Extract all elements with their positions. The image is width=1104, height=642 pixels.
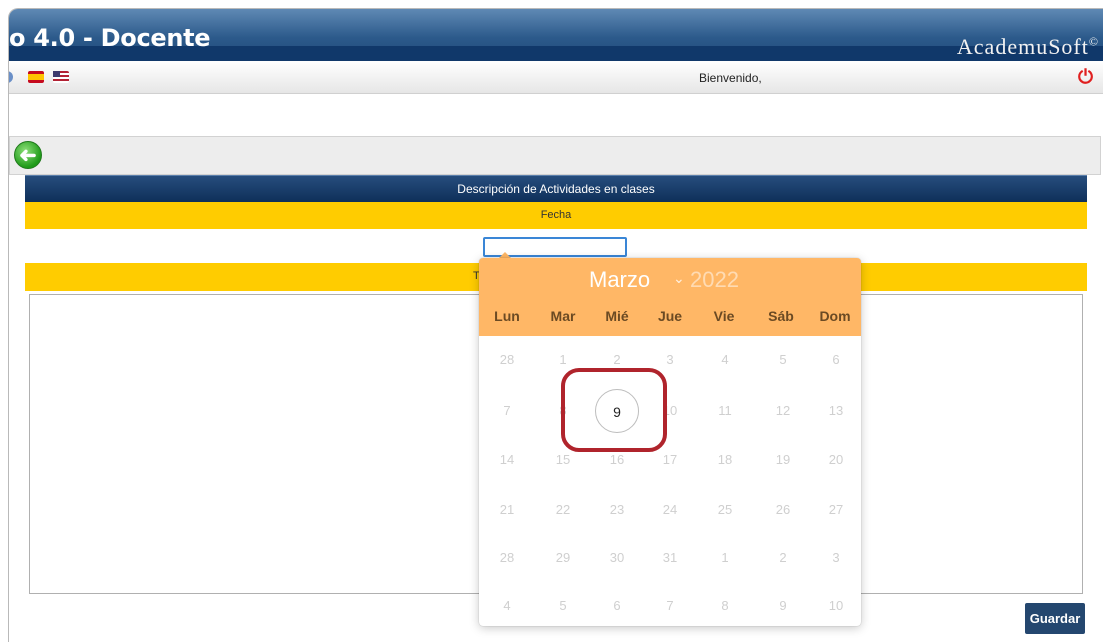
calendar-day[interactable]: 8 bbox=[705, 598, 745, 613]
calendar-day[interactable]: 20 bbox=[816, 452, 856, 467]
calendar-day[interactable]: 16 bbox=[597, 452, 637, 467]
calendar-day[interactable]: 21 bbox=[487, 502, 527, 517]
calendar-day[interactable]: 9 bbox=[763, 598, 803, 613]
calendar-day[interactable]: 19 bbox=[763, 452, 803, 467]
header-banner: o 4.0 - Docente AcademuSoft© bbox=[9, 9, 1103, 61]
year-select[interactable]: 2022 bbox=[690, 267, 739, 293]
spanish-flag-icon[interactable] bbox=[28, 71, 44, 83]
english-flag-icon[interactable] bbox=[53, 71, 69, 83]
back-button[interactable]: ➜ bbox=[14, 141, 42, 169]
calendar-day[interactable]: 2 bbox=[763, 550, 803, 565]
help-icon[interactable] bbox=[9, 71, 13, 83]
calendar-day[interactable]: 4 bbox=[705, 352, 745, 367]
weekday-label: Sáb bbox=[768, 308, 794, 324]
chevron-down-icon[interactable]: ⌄ bbox=[673, 270, 685, 287]
calendar-day[interactable]: 28 bbox=[487, 352, 527, 367]
calendar-day[interactable]: 7 bbox=[650, 598, 690, 613]
calendar-day[interactable]: 28 bbox=[487, 550, 527, 565]
calendar-day[interactable]: 10 bbox=[816, 598, 856, 613]
calendar-day[interactable]: 6 bbox=[816, 352, 856, 367]
brand-logo: AcademuSoft© bbox=[957, 34, 1099, 60]
calendar-day[interactable]: 15 bbox=[543, 452, 583, 467]
app-title: o 4.0 - Docente bbox=[9, 24, 211, 52]
datepicker-header: Marzo ⌄ 2022 Lun Mar Mié Jue Vie Sáb Dom bbox=[479, 258, 861, 336]
navigation-bar: ➜ bbox=[9, 136, 1101, 175]
welcome-text: Bienvenido, bbox=[699, 71, 762, 85]
calendar-day[interactable]: 3 bbox=[816, 550, 856, 565]
save-button[interactable]: Guardar bbox=[1025, 603, 1085, 634]
brand-name: AcademuSoft bbox=[956, 34, 1089, 59]
calendar-day[interactable]: 1 bbox=[705, 550, 745, 565]
panel-title: Descripción de Actividades en clases bbox=[25, 175, 1087, 202]
calendar-day[interactable]: 22 bbox=[543, 502, 583, 517]
weekday-label: Jue bbox=[657, 308, 683, 324]
selection-highlight-box bbox=[561, 368, 667, 452]
datepicker-popup: Marzo ⌄ 2022 Lun Mar Mié Jue Vie Sáb Dom… bbox=[479, 258, 861, 626]
calendar-day[interactable]: 29 bbox=[543, 550, 583, 565]
month-select[interactable]: Marzo bbox=[589, 267, 650, 293]
calendar-day[interactable]: 25 bbox=[705, 502, 745, 517]
calendar-day[interactable]: 30 bbox=[597, 550, 637, 565]
calendar-day[interactable]: 17 bbox=[650, 452, 690, 467]
arrow-left-icon: ➜ bbox=[19, 144, 37, 167]
calendar-day[interactable]: 14 bbox=[487, 452, 527, 467]
weekday-label: Lun bbox=[494, 308, 520, 324]
calendar-day[interactable]: 5 bbox=[763, 352, 803, 367]
calendar-day[interactable]: 4 bbox=[487, 598, 527, 613]
calendar-day[interactable]: 5 bbox=[543, 598, 583, 613]
calendar-day[interactable]: 26 bbox=[763, 502, 803, 517]
calendar-day[interactable]: 24 bbox=[650, 502, 690, 517]
calendar-day[interactable]: 18 bbox=[705, 452, 745, 467]
calendar-day[interactable]: 6 bbox=[597, 598, 637, 613]
calendar-day[interactable]: 11 bbox=[705, 403, 745, 418]
weekday-label: Mié bbox=[605, 308, 629, 324]
calendar-day[interactable]: 3 bbox=[650, 352, 690, 367]
calendar-day[interactable]: 31 bbox=[650, 550, 690, 565]
weekday-label: Mar bbox=[550, 308, 576, 324]
calendar-day[interactable]: 13 bbox=[816, 403, 856, 418]
weekday-label: Dom bbox=[819, 308, 851, 324]
calendar-day[interactable]: 2 bbox=[597, 352, 637, 367]
calendar-day[interactable]: 23 bbox=[597, 502, 637, 517]
calendar-day[interactable]: 27 bbox=[816, 502, 856, 517]
weekday-label: Vie bbox=[713, 308, 735, 324]
brand-mark: © bbox=[1088, 34, 1099, 49]
power-icon[interactable]: ⏻ bbox=[1078, 66, 1093, 88]
calendar-day[interactable]: 7 bbox=[487, 403, 527, 418]
top-toolbar: Bienvenido, ⏻ bbox=[9, 61, 1103, 94]
calendar-day[interactable]: 12 bbox=[763, 403, 803, 418]
calendar-day[interactable]: 1 bbox=[543, 352, 583, 367]
fecha-label: Fecha bbox=[25, 202, 1087, 229]
